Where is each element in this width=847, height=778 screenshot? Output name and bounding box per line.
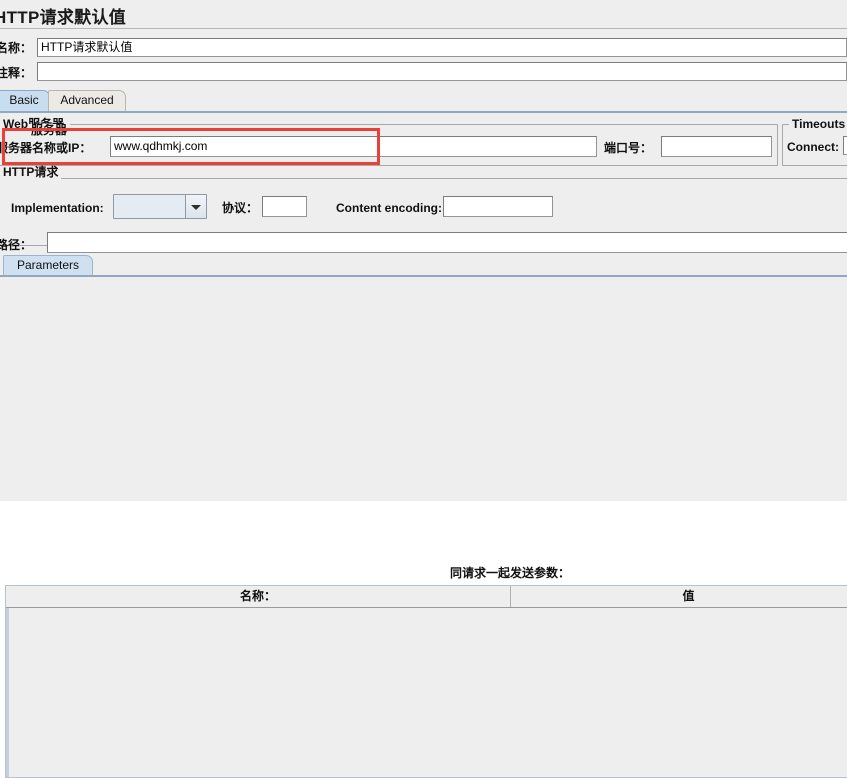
- panel-title-bar: HTTP请求默认值: [0, 2, 847, 28]
- column-header-name[interactable]: 名称：: [6, 586, 511, 607]
- tab-advanced[interactable]: Advanced: [48, 90, 126, 111]
- page-title: HTTP请求默认值: [0, 8, 127, 27]
- title-divider: [0, 28, 847, 29]
- parameters-table: 名称： 值: [5, 585, 847, 778]
- web-server-group-title-overlap: 服务器: [28, 124, 71, 137]
- server-name-or-ip-input[interactable]: www.qdhmkj.com: [110, 136, 597, 157]
- parameters-table-body[interactable]: [6, 608, 847, 777]
- name-label: 名称：: [0, 41, 33, 55]
- parameters-panel: 同请求一起发送参数： 名称： 值: [0, 277, 847, 778]
- content-encoding-input[interactable]: [443, 196, 553, 217]
- implementation-dropdown[interactable]: [113, 194, 207, 219]
- parameters-heading: 同请求一起发送参数：: [449, 566, 570, 580]
- protocol-label: 协议：: [222, 201, 259, 215]
- connect-timeout-input[interactable]: [843, 136, 847, 155]
- timeouts-group-title: Timeouts (: [789, 118, 847, 131]
- name-input[interactable]: HTTP请求默认值: [37, 38, 847, 57]
- comment-input[interactable]: [37, 62, 847, 81]
- server-name-or-ip-label: 服务器名称或IP：: [0, 141, 92, 155]
- content-encoding-label: Content encoding:: [336, 201, 442, 215]
- path-label: 路径：: [0, 238, 33, 252]
- parameters-tabstrip: Parameters: [0, 255, 847, 276]
- column-header-value[interactable]: 值: [511, 586, 847, 607]
- main-tabstrip: Basic Advanced: [0, 90, 847, 112]
- http-request-group-title: HTTP请求: [0, 166, 62, 179]
- tab-basic[interactable]: Basic: [0, 90, 50, 111]
- chevron-down-icon[interactable]: [185, 195, 206, 218]
- implementation-label: Implementation:: [11, 201, 104, 215]
- http-request-defaults-panel: HTTP请求默认值 名称： HTTP请求默认值 注释： Basic Advanc…: [0, 0, 847, 778]
- parameters-table-header: 名称： 值: [6, 586, 847, 608]
- connect-timeout-label: Connect:: [787, 140, 839, 154]
- path-input[interactable]: [47, 232, 847, 253]
- tab-parameters[interactable]: Parameters: [3, 255, 93, 276]
- port-input[interactable]: [661, 136, 772, 157]
- port-label: 端口号：: [604, 141, 653, 155]
- comment-label: 注释：: [0, 66, 33, 80]
- protocol-input[interactable]: [262, 196, 307, 217]
